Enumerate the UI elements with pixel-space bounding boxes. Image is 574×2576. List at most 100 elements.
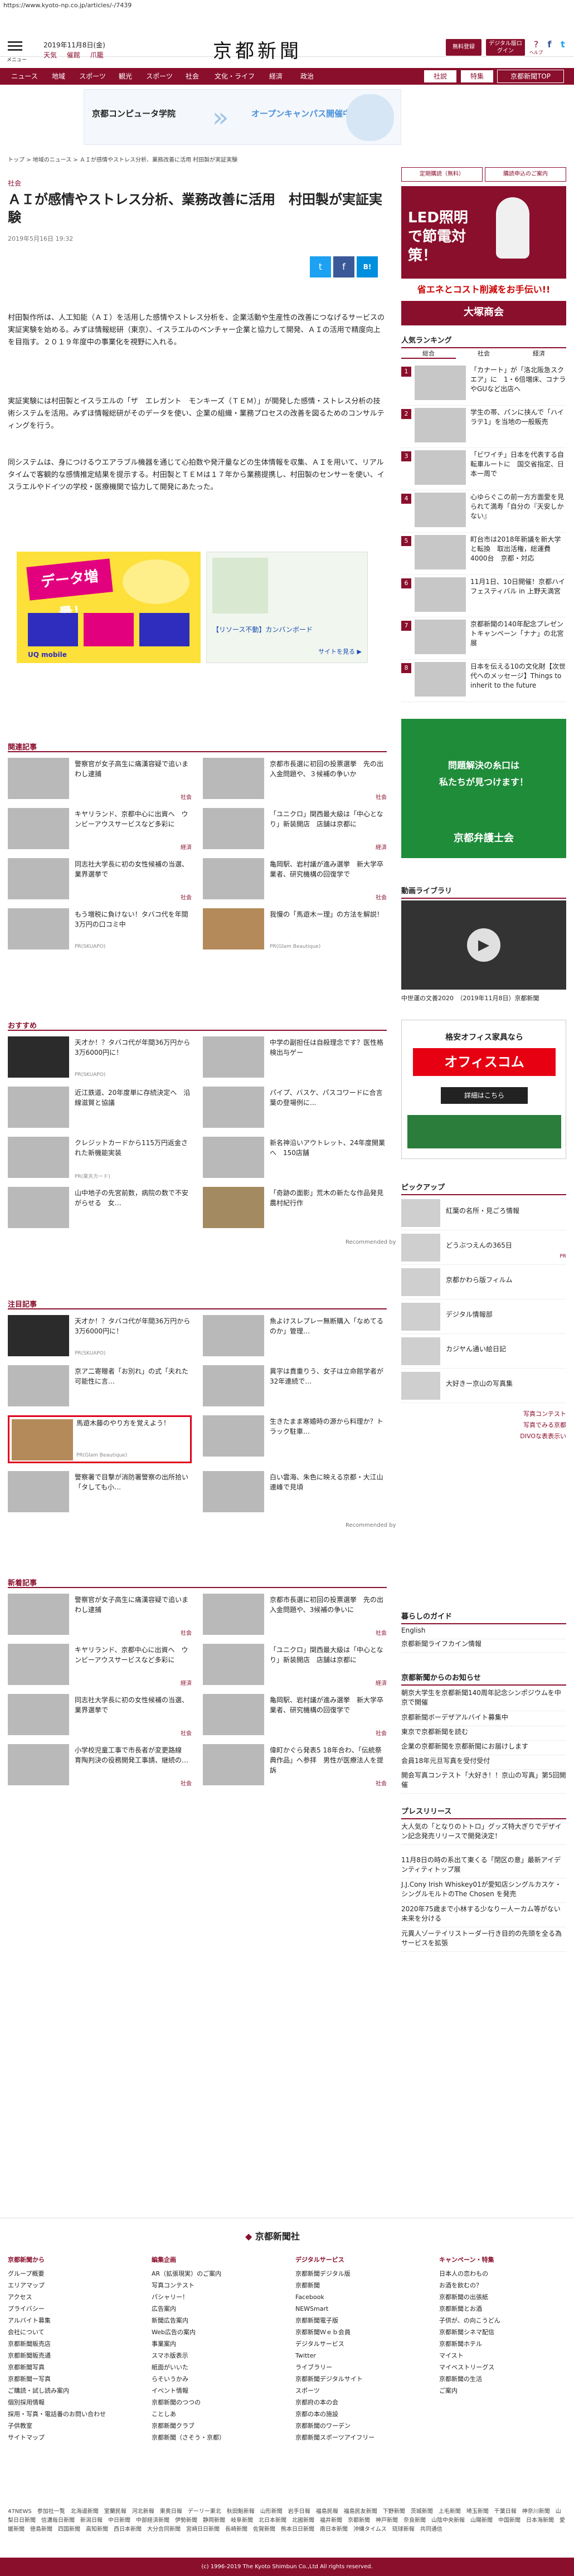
footer-link[interactable]: 採用・写真・電話番のお問い合わせ: [8, 2408, 136, 2420]
footer-link[interactable]: 京都新聞写真: [8, 2361, 136, 2373]
facebook-share-button[interactable]: f: [333, 256, 354, 277]
footer-link[interactable]: エリアマップ: [8, 2280, 136, 2291]
breadcrumb[interactable]: トップ > 地域のニュース > ＡＩが感情やストレス分析、業務改善に活用 村田製…: [8, 155, 237, 163]
footer-link[interactable]: Web広告の案内: [152, 2326, 280, 2338]
article-card[interactable]: 天才か！？タバコ代が年間36万円から3万6000円に！ PR(SKUAPO): [8, 1036, 192, 1084]
footer-link[interactable]: お酒を飲むの？: [439, 2280, 567, 2291]
pickup-item[interactable]: どうぶつえんの365日 PR: [401, 1231, 566, 1265]
sidebar-ad-led[interactable]: LED照明で節電対策！ 省エネとコスト削減をお手伝い!! 大塚商会: [401, 186, 566, 325]
sponsored-ad-link[interactable]: サイトを見る ▶: [318, 647, 362, 656]
footer-link[interactable]: 京都新聞電子版: [295, 2315, 424, 2326]
more-link[interactable]: 写真コンテスト: [401, 1409, 566, 1420]
footer-link[interactable]: プライバシー: [8, 2303, 136, 2315]
footer-link[interactable]: 新聞広告案内: [152, 2315, 280, 2326]
weather-link-2[interactable]: 催館: [67, 51, 80, 59]
article-card[interactable]: 同志社大学長に初の女性候補の当選、業界選挙で 社会: [8, 1694, 192, 1742]
url-bar[interactable]: https://www.kyoto-np.co.jp/articles/-/74…: [0, 0, 574, 11]
ranking-item[interactable]: 2 学生の帯、パンに挟んで「ハイラテ1」を当地の一般販売: [401, 407, 566, 448]
footer-link[interactable]: 京都新聞の生活: [439, 2373, 567, 2385]
ranking-tab[interactable]: 総合: [401, 349, 456, 359]
footer-link[interactable]: 京都新聞の出張紙: [439, 2291, 567, 2303]
article-card[interactable]: 亀岡駅、岩村議が進み選挙 新大学卒業者、研究機構の回復学で 社会: [203, 858, 387, 906]
footer-link[interactable]: 京都新聞のワーデン: [295, 2420, 424, 2432]
play-icon[interactable]: ▶: [467, 928, 500, 962]
footer-link[interactable]: 子供が、の向こうどん: [439, 2315, 567, 2326]
article-card[interactable]: パイプ、バスケ、パスコワードに合言葉の登場例に...: [203, 1087, 387, 1134]
article-card[interactable]: 京都市長選に初回の投票選挙 先の出入金問題や、3候補の争いに 社会: [203, 1594, 387, 1642]
article-card[interactable]: 山中地子の先宮前数，病院の数で不安がらせる 女…: [8, 1187, 192, 1235]
footer-link[interactable]: マイベストリーグス: [439, 2361, 567, 2373]
article-category[interactable]: 社会: [8, 178, 21, 188]
footer-link[interactable]: ライブラリー: [295, 2361, 424, 2373]
article-card[interactable]: 魚よけスレプレー無断購入「なめてるのか」管理…: [203, 1315, 387, 1363]
footer-link[interactable]: アルバイト募集: [8, 2315, 136, 2326]
subscribe-info-button[interactable]: 購読申込のご案内: [485, 167, 566, 182]
footer-link[interactable]: 京都新聞とお酒: [439, 2303, 567, 2315]
footer-link[interactable]: 京都新聞デジタル版: [295, 2268, 424, 2280]
ranking-item[interactable]: 4 心ゆらぐこの前一方方面愛を見られて満寿「自分の『天安しかない』: [401, 491, 566, 533]
footer-link[interactable]: グループ概要: [8, 2268, 136, 2280]
video-player[interactable]: ▶: [401, 900, 566, 990]
footer-link[interactable]: 京都新聞デジタルサイト: [295, 2373, 424, 2385]
footer-link[interactable]: NEWSmart: [295, 2303, 424, 2315]
footer-link[interactable]: 京都新聞ホテル: [439, 2338, 567, 2350]
article-card[interactable]: キヤリランド、京都中心に出資へ ウンビーアウスサービスなど多彩に 経済: [8, 1644, 192, 1692]
pickup-item[interactable]: カジヤん通い絵日記: [401, 1335, 566, 1369]
banner-ad[interactable]: 京都コンピュータ学院 » オープンキャンパス開催中: [84, 89, 401, 145]
register-button[interactable]: 無料登録: [446, 39, 481, 56]
article-card[interactable]: 「ユニクロ」関西最大級は「中心となり」新装開店 店舗は京都に 経済: [203, 1644, 387, 1692]
press-release-item[interactable]: 大人気の「となりのトトロ」グッズ特大ぎりでデザイン記念発売リリースで開発決定！: [401, 1822, 566, 1845]
help-icon[interactable]: ? ヘルプ: [529, 39, 543, 56]
article-card[interactable]: 近江鉄道、20年度単に存続決定へ 沿線滋賀と協議: [8, 1087, 192, 1134]
footer-link[interactable]: Facebook: [295, 2291, 424, 2303]
life-guide-item[interactable]: English: [401, 1626, 566, 1639]
pickup-item[interactable]: 大好きー京山の写真集: [401, 1370, 566, 1403]
notice-item[interactable]: 東京で京都新聞を読む: [401, 1727, 566, 1741]
footer-link[interactable]: アクセス: [8, 2291, 136, 2303]
nav-item[interactable]: 政治: [293, 68, 321, 85]
sidebar-ad-legal[interactable]: 問題解決の糸口は 私たちが見つけます！ 京都弁護士会: [401, 719, 566, 858]
article-card[interactable]: 新名神沿いアウトレット、24年度開業へ 150店舗: [203, 1137, 387, 1185]
twitter-share-button[interactable]: t: [310, 256, 331, 277]
ranking-item[interactable]: 7 京都新聞の140年配念プレゼントキャンペーン「ナナ」の北宮展: [401, 619, 566, 660]
footer-link[interactable]: ご案内: [439, 2385, 567, 2397]
ranking-item[interactable]: 3 「ビワイチ」日本を代表する自転車ルートに 国交省指定、日本一周で: [401, 449, 566, 490]
press-release-item[interactable]: 元異人ゾーテイリストーダー行き目的の先頭を全る為サービスを拡張: [401, 1929, 566, 1952]
pickup-item[interactable]: 京都かわら版フィルム: [401, 1266, 566, 1299]
footer-link[interactable]: 事業案内: [152, 2338, 280, 2350]
nav-item[interactable]: スポーツ: [76, 68, 109, 85]
press-release-item[interactable]: J.J.Cony Irish Whiskey01が愛知店シングルカスケ・シングル…: [401, 1880, 566, 1903]
article-card[interactable]: 亀岡駅、岩村議が進み選挙 新大学卒業者、研究機構の回復学で 社会: [203, 1694, 387, 1742]
footer-link[interactable]: パシャリー！: [152, 2291, 280, 2303]
ranking-item[interactable]: 6 11月1日、10日開催！京都ハイフェスティバル in 上野天満宮: [401, 576, 566, 617]
more-link[interactable]: DIVOな表表示い: [401, 1431, 566, 1442]
footer-link[interactable]: 京都新聞クラブ: [152, 2420, 280, 2432]
footer-link[interactable]: マイスト: [439, 2350, 567, 2361]
footer-link[interactable]: ことしあ: [152, 2408, 280, 2420]
hamburger-menu-icon[interactable]: [8, 39, 22, 53]
pickup-item[interactable]: デジタル情報部: [401, 1301, 566, 1334]
footer-link[interactable]: スマホ版表示: [152, 2350, 280, 2361]
footer-link[interactable]: 京都新聞（さそう・京都）: [152, 2432, 280, 2443]
nav-right-item[interactable]: 社説: [424, 70, 457, 83]
nav-item[interactable]: スポーツ: [143, 68, 176, 85]
footer-link[interactable]: サイトマップ: [8, 2432, 136, 2443]
more-link[interactable]: 写真でみる京都: [401, 1420, 566, 1431]
footer-link[interactable]: 広告案内: [152, 2303, 280, 2315]
article-card[interactable]: 生きたまま寒婚時の源から料理か？トラック駐車…: [203, 1415, 387, 1463]
footer-link[interactable]: 京都新聞販売通: [8, 2350, 136, 2361]
footer-link[interactable]: 京都新聞: [295, 2280, 424, 2291]
nav-item[interactable]: 観光: [111, 68, 139, 85]
ranking-tab[interactable]: 社会: [456, 349, 511, 358]
article-card[interactable]: 警察官が女子高生に痛漢容疑で追いまわし逮捕 社会: [8, 1594, 192, 1642]
notice-item[interactable]: 開会写真コンテスト「大好き！！京山の写真」第5回開催: [401, 1771, 566, 1794]
article-card[interactable]: 偉町かぐら発表5 18年合わ、「伝統祭典作品」へ参拝 男性が医療法人を提訴 社会: [203, 1744, 387, 1792]
article-card-highlighted[interactable]: 馬遊木藤のやり方を覚えよう！ PR(Glam Beautique): [8, 1415, 192, 1463]
article-card[interactable]: キヤリランド、京都中心に出資へ ウンビーアウスサービスなど多彩に 経済: [8, 808, 192, 856]
footer-link[interactable]: 個別採用情報: [8, 2397, 136, 2408]
notice-item[interactable]: 朝京大学生を京都新聞140周年記念シンポジウムを中京で開催: [401, 1688, 566, 1711]
nav-item[interactable]: 社会: [178, 68, 206, 85]
footer-link[interactable]: 京都新聞シネマ配信: [439, 2326, 567, 2338]
footer-link[interactable]: 子供教室: [8, 2420, 136, 2432]
footer-link[interactable]: 日本人の恋わもの: [439, 2268, 567, 2280]
